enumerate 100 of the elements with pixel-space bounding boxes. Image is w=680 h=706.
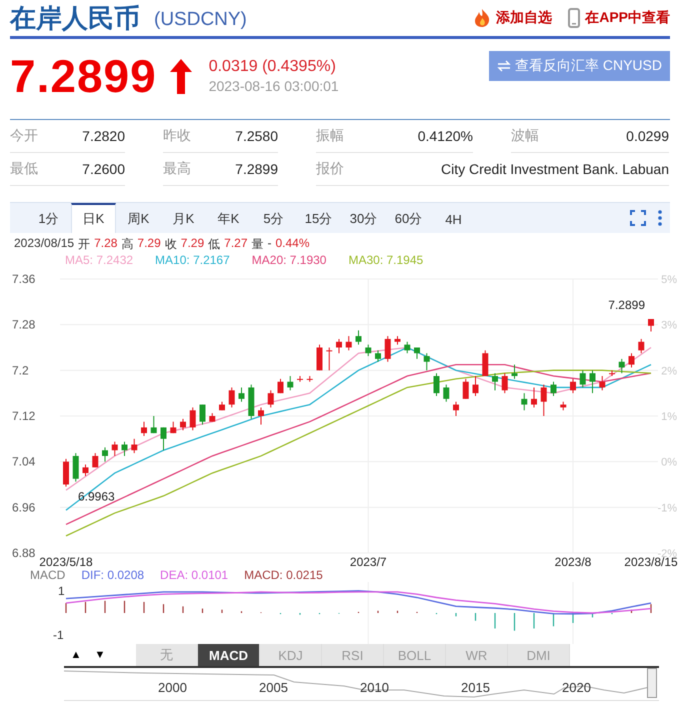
period-tab[interactable]: 日K	[71, 203, 116, 233]
add-favorite-link[interactable]: 添加自选	[473, 8, 552, 28]
stat-label: 今开	[10, 127, 38, 145]
candlestick	[346, 336, 352, 351]
indicator-name: MACD	[30, 568, 66, 582]
legend-label: 量	[252, 236, 264, 253]
stat-label: 振幅	[316, 127, 344, 145]
year-label: 2020	[562, 680, 591, 695]
stat-value: 7.2580	[235, 128, 278, 144]
open-app-link[interactable]: 在APP中查看	[568, 8, 670, 28]
candlestick	[618, 358, 625, 374]
candlestick	[638, 338, 644, 354]
stat-label: 波幅	[511, 127, 539, 145]
candlestick	[258, 406, 264, 426]
stat-label: 最高	[163, 160, 191, 178]
candlestick	[394, 336, 400, 346]
stat-value: 0.0299	[626, 128, 669, 144]
candlestick	[141, 421, 147, 436]
indicator-tab[interactable]: MACD	[198, 644, 260, 666]
moving-average-legend: MA30: 7.1945	[348, 253, 424, 267]
year-label: 2000	[158, 680, 187, 695]
candlestick	[200, 404, 206, 426]
candlestick	[443, 384, 450, 402]
candlestick	[170, 421, 176, 434]
period-tab[interactable]: 1分	[26, 203, 71, 233]
currency-code: (USDCNY)	[154, 9, 247, 31]
period-tab[interactable]: 5分	[251, 203, 296, 233]
moving-average-legend: MA5: 7.2432	[65, 253, 134, 267]
candlestick	[92, 452, 98, 468]
candlestick	[180, 418, 186, 431]
fullscreen-icon[interactable]	[630, 210, 646, 226]
candlestick	[599, 376, 606, 391]
legend-label: 开	[78, 236, 90, 253]
candlestick	[268, 390, 274, 408]
candlestick	[462, 378, 469, 400]
flame-icon	[473, 8, 492, 28]
legend-label: 低	[208, 236, 220, 253]
candlestick	[72, 452, 79, 482]
candlestick	[550, 381, 556, 397]
price-change: 0.0319 (0.4395%)	[208, 58, 337, 76]
candlestick	[63, 458, 69, 488]
more-icon[interactable]	[658, 210, 662, 226]
period-tab[interactable]: 30分	[341, 203, 386, 233]
candlestick	[287, 376, 294, 391]
stat-label: 昨收	[163, 127, 191, 145]
candlestick	[219, 401, 225, 411]
year-label: 2005	[259, 680, 288, 695]
candlestick	[375, 350, 381, 362]
axis-label: 6.88	[12, 546, 36, 560]
candlestick	[492, 372, 498, 391]
candlestick	[365, 344, 372, 357]
candlestick	[424, 352, 430, 371]
period-tab[interactable]: 15分	[296, 203, 341, 233]
quote-time: 2023-08-16 03:00:01	[208, 78, 339, 94]
period-tab[interactable]: 60分	[386, 203, 431, 233]
candlestick	[414, 347, 420, 360]
period-tab[interactable]: 月K	[161, 203, 206, 233]
candlestick	[160, 426, 166, 451]
legend-date: 2023/08/15	[14, 236, 74, 252]
range-navigator[interactable]: 2000 2005 2010 2015 2020	[64, 666, 659, 701]
legend-change: 0.44%	[276, 236, 310, 252]
swap-icon	[496, 60, 511, 72]
candlestick	[628, 352, 634, 368]
stat-label: 最低	[10, 160, 38, 178]
candlestick	[336, 338, 342, 354]
candlestick	[297, 376, 303, 382]
indicator-legend: DIF: 0.0208	[81, 568, 144, 582]
axis-label: 7.04	[12, 454, 36, 469]
candlestick	[190, 406, 196, 431]
legend-value: 7.27	[224, 236, 248, 252]
candlestick	[453, 401, 459, 416]
candlestick	[590, 370, 596, 394]
candlestick	[434, 372, 440, 397]
period-tab[interactable]: 4H	[431, 203, 476, 233]
page-title: 在岸人民币	[10, 2, 140, 34]
candlestick	[531, 386, 537, 408]
candlestick	[580, 370, 586, 388]
candlestick	[540, 384, 547, 416]
candlestick	[609, 370, 615, 377]
axis-label: 6.96	[12, 500, 36, 514]
candlestick	[326, 347, 332, 371]
candlestick	[570, 378, 576, 394]
axis-label: 7.12	[12, 409, 36, 423]
date-label: 2023/5/18	[39, 555, 93, 569]
period-tab[interactable]: 年K	[206, 203, 251, 233]
candlestick	[238, 386, 244, 402]
price-annotation: 7.2899	[608, 298, 645, 312]
stat-label: 报价	[316, 160, 344, 178]
candlestick	[122, 441, 128, 456]
range-handle[interactable]	[647, 668, 657, 698]
stat-value: 7.2820	[82, 128, 125, 144]
candlestick	[356, 330, 362, 346]
stat-value: 7.2600	[82, 161, 125, 177]
axis-label: 7.36	[12, 272, 36, 286]
candlestick	[482, 350, 488, 377]
period-tab[interactable]: 周K	[116, 203, 161, 233]
indicator-legend: MACD: 0.0215	[244, 568, 323, 582]
axis-label: 1	[58, 584, 65, 598]
candlestick	[278, 378, 284, 394]
legend-value: 7.28	[94, 236, 118, 252]
